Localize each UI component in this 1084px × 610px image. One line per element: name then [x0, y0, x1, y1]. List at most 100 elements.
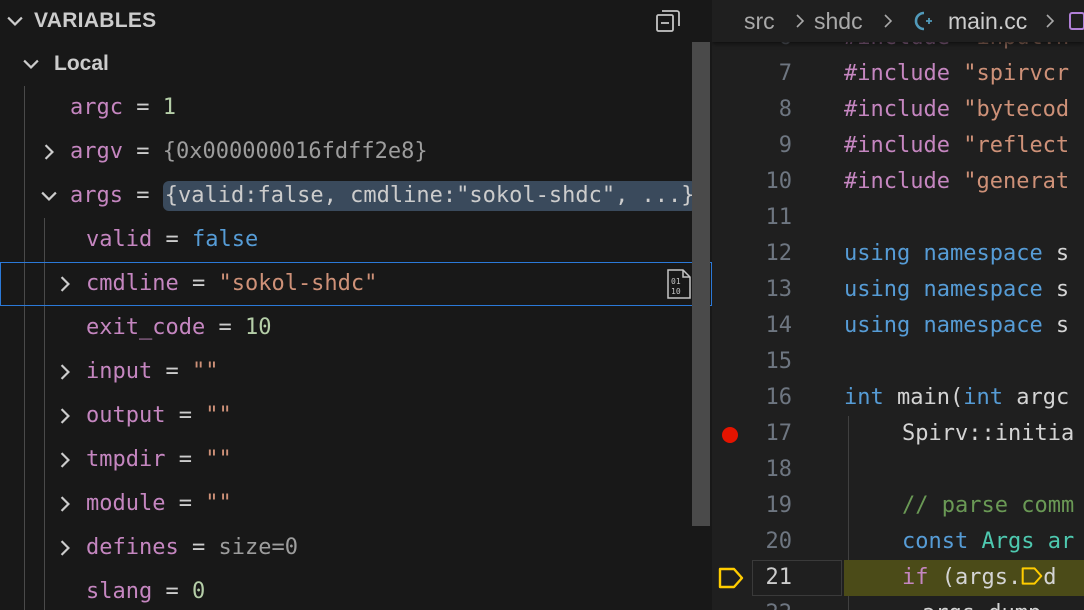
- line-number: 17: [765, 421, 793, 446]
- variable-name: defines: [86, 535, 179, 560]
- equals-sign: =: [165, 359, 192, 384]
- chevron-right-icon: [1046, 14, 1055, 28]
- variable-value-hover[interactable]: {valid:false, cmdline:"sokol-shdc", ...}: [162, 181, 697, 211]
- variables-scrollbar[interactable]: [692, 42, 710, 526]
- equals-sign: =: [136, 139, 163, 164]
- equals-sign: =: [218, 315, 245, 340]
- variable-name: tmpdir: [86, 447, 166, 472]
- code-editor[interactable]: src shdc main.cc 6 #include "input.h" 7 …: [712, 0, 1084, 610]
- variable-value: 10: [244, 315, 272, 340]
- variable-value: "sokol-shdc": [218, 271, 378, 296]
- breadcrumb-item-shdc[interactable]: shdc: [814, 0, 863, 42]
- svg-text:01: 01: [671, 277, 681, 286]
- variable-name: argc: [70, 95, 123, 120]
- variable-row-slang[interactable]: slang = 0: [0, 570, 712, 610]
- chevron-right-icon[interactable]: [54, 493, 76, 515]
- code-line: 18: [712, 452, 1084, 488]
- variable-row-exit-code[interactable]: exit_code = 10: [0, 306, 712, 350]
- chevron-right-icon: [884, 14, 893, 28]
- variable-row-valid[interactable]: valid = false: [0, 218, 712, 262]
- line-number: 16: [765, 385, 793, 410]
- equals-sign: =: [178, 403, 206, 428]
- variable-row-input[interactable]: input = "": [0, 350, 712, 394]
- view-binary-data-icon[interactable]: 01 10: [666, 269, 692, 299]
- variable-row-cmdline[interactable]: cmdline = "sokol-shdc" 01 10: [0, 262, 712, 306]
- line-number: 20: [765, 529, 793, 554]
- scope-row-local[interactable]: Local: [0, 42, 712, 86]
- variable-value: false: [191, 227, 259, 252]
- inline-stackframe-icon: [1021, 567, 1043, 585]
- chevron-down-icon[interactable]: [20, 53, 42, 75]
- code-line: 22 args.dump: [712, 596, 1084, 610]
- variable-name: exit_code: [86, 315, 206, 340]
- variables-section-title: VARIABLES: [34, 9, 157, 32]
- line-number: 11: [765, 205, 793, 230]
- breadcrumb-item-src[interactable]: src: [744, 0, 775, 42]
- chevron-right-icon[interactable]: [54, 273, 76, 295]
- variable-value: "": [205, 491, 232, 516]
- code-line: 8 #include "bytecod: [712, 92, 1084, 128]
- code-line: 11: [712, 200, 1084, 236]
- equals-sign: =: [191, 535, 219, 560]
- chevron-right-icon[interactable]: [54, 361, 76, 383]
- variables-panel: VARIABLES Local argc = 1 argv = {0x00000…: [0, 0, 712, 610]
- line-number: 10: [765, 169, 793, 194]
- equals-sign: =: [178, 447, 206, 472]
- chevron-right-icon[interactable]: [54, 405, 76, 427]
- line-number: 15: [765, 349, 793, 374]
- line-number: 7: [778, 61, 792, 86]
- collapse-all-icon[interactable]: [654, 8, 682, 34]
- variable-row-argc[interactable]: argc = 1: [0, 86, 712, 130]
- line-number: 18: [765, 457, 793, 482]
- variable-value: size=0: [218, 535, 298, 560]
- variable-name: args: [70, 183, 123, 208]
- code-line-current: 21 if (args. d: [712, 560, 1084, 596]
- variable-value: "": [205, 447, 232, 472]
- variable-name: argv: [70, 139, 123, 164]
- chevron-down-icon[interactable]: [38, 185, 60, 207]
- line-number: 12: [765, 241, 793, 266]
- code-line: 13 using namespace s: [712, 272, 1084, 308]
- variable-value: "": [191, 359, 219, 384]
- code-line: 16 int main(int argc: [712, 380, 1084, 416]
- code-line: 20 const Args ar: [712, 524, 1084, 560]
- chevron-right-icon[interactable]: [38, 141, 60, 163]
- variable-value: 0: [191, 579, 206, 604]
- variable-name: input: [86, 359, 153, 384]
- code-line: 19 // parse comm: [712, 488, 1084, 524]
- variable-value: 1: [162, 95, 176, 120]
- variables-section-header[interactable]: VARIABLES: [0, 0, 712, 42]
- code-line: 7 #include "spirvcr: [712, 56, 1084, 92]
- code-line: 12 using namespace s: [712, 236, 1084, 272]
- chevron-down-icon[interactable]: [4, 10, 26, 32]
- variable-row-module[interactable]: module = "": [0, 482, 712, 526]
- line-number: 22: [712, 596, 793, 610]
- svg-text:10: 10: [671, 287, 681, 296]
- code-line: 15: [712, 344, 1084, 380]
- equals-sign: =: [136, 183, 163, 208]
- chevron-right-icon: [796, 14, 805, 28]
- equals-sign: =: [191, 271, 219, 296]
- code-line: 9 #include "reflect: [712, 128, 1084, 164]
- chevron-right-icon[interactable]: [54, 537, 76, 559]
- breadcrumb-item-file[interactable]: main.cc: [948, 0, 1027, 42]
- variable-row-args[interactable]: args = {valid:false, cmdline:"sokol-shdc…: [0, 174, 712, 218]
- variable-name: module: [86, 491, 166, 516]
- variable-name: output: [86, 403, 166, 428]
- code-line: 14 using namespace s: [712, 308, 1084, 344]
- variable-row-argv[interactable]: argv = {0x000000016fdff2e8}: [0, 130, 712, 174]
- symbol-icon: [1069, 12, 1084, 30]
- scope-label: Local: [54, 52, 109, 75]
- code-line: 10 #include "generat: [712, 164, 1084, 200]
- variable-name: slang: [86, 579, 153, 604]
- line-number: 19: [765, 493, 793, 518]
- line-number: 13: [765, 277, 793, 302]
- chevron-right-icon[interactable]: [54, 449, 76, 471]
- variable-row-defines[interactable]: defines = size=0: [0, 526, 712, 570]
- equals-sign: =: [178, 491, 206, 516]
- variable-row-tmpdir[interactable]: tmpdir = "": [0, 438, 712, 482]
- variable-row-output[interactable]: output = "": [0, 394, 712, 438]
- equals-sign: =: [136, 95, 163, 120]
- variable-name: cmdline: [86, 271, 179, 296]
- line-number: 8: [778, 97, 792, 122]
